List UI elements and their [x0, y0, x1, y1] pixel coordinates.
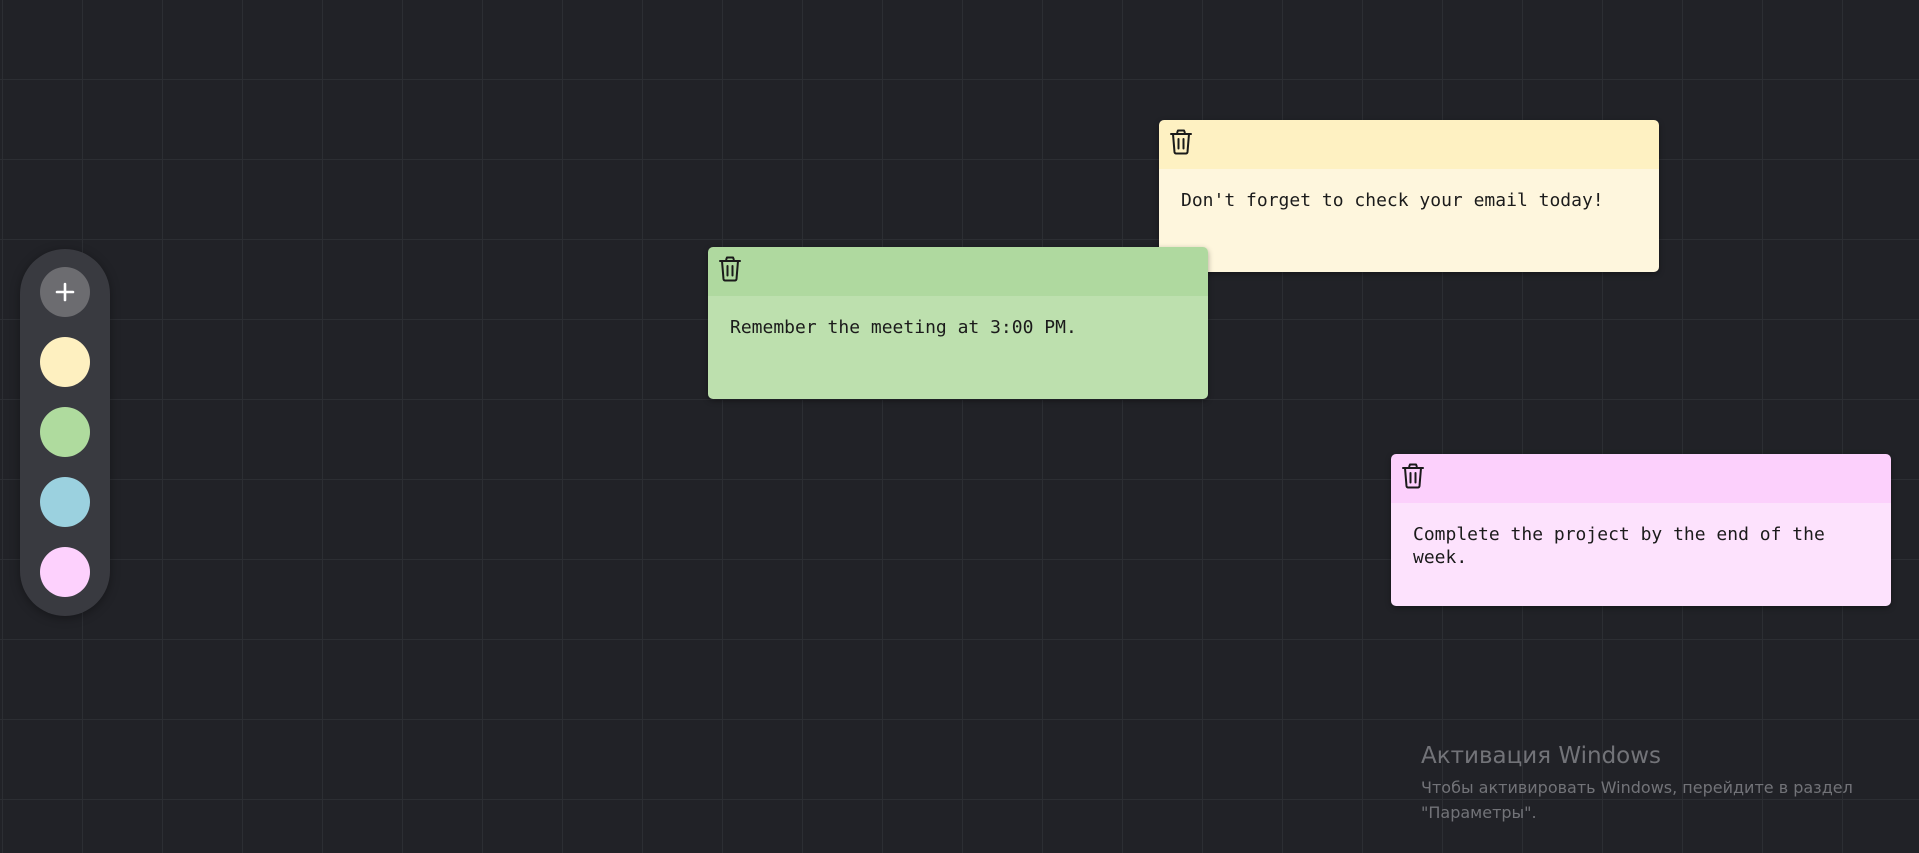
color-swatch-blue[interactable] — [40, 477, 90, 527]
color-swatch-pink[interactable] — [40, 547, 90, 597]
trash-icon[interactable] — [1168, 128, 1194, 156]
add-note-button[interactable] — [40, 267, 90, 317]
sticky-note[interactable]: Complete the project by the end of the w… — [1391, 454, 1891, 606]
watermark-line-1: Чтобы активировать Windows, перейдите в … — [1421, 778, 1853, 797]
note-header[interactable] — [1159, 120, 1659, 169]
trash-icon[interactable] — [1400, 462, 1426, 490]
sticky-note[interactable]: Don't forget to check your email today! — [1159, 120, 1659, 272]
color-swatch-green[interactable] — [40, 407, 90, 457]
watermark-line-2: "Параметры". — [1421, 803, 1537, 822]
note-text[interactable]: Don't forget to check your email today! — [1159, 169, 1659, 272]
windows-activation-watermark: Активация Windows Чтобы активировать Win… — [1421, 741, 1853, 825]
note-header[interactable] — [708, 247, 1208, 296]
trash-icon[interactable] — [717, 255, 743, 283]
note-text[interactable]: Complete the project by the end of the w… — [1391, 503, 1891, 606]
note-header[interactable] — [1391, 454, 1891, 503]
color-swatch-yellow[interactable] — [40, 337, 90, 387]
plus-icon — [55, 282, 75, 302]
watermark-title: Активация Windows — [1421, 743, 1662, 769]
sticky-note[interactable]: Remember the meeting at 3:00 PM. — [708, 247, 1208, 399]
note-text[interactable]: Remember the meeting at 3:00 PM. — [708, 296, 1208, 399]
color-toolbar — [20, 249, 110, 616]
